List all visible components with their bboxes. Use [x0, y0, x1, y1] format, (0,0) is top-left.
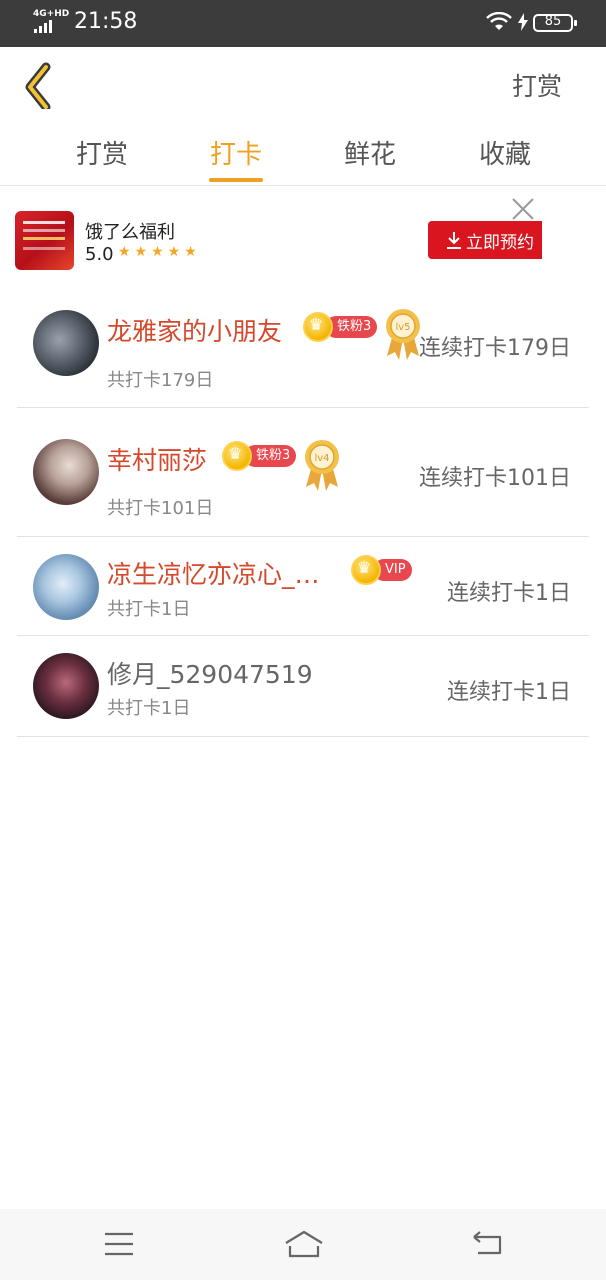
- checkin-total: 共打卡179日: [107, 370, 214, 391]
- checkin-streak: 连续打卡1日: [447, 581, 571, 606]
- vip-badge: VIP: [351, 555, 412, 585]
- avatar: [33, 439, 99, 505]
- ad-title: 饿了么福利: [85, 222, 175, 243]
- level-medal-icon: lv4: [305, 440, 339, 491]
- list-item[interactable]: 龙雅家的小朋友 铁粉3 lv5 共打卡179日 连续打卡179日: [17, 280, 589, 408]
- list-item[interactable]: 修月_529047519 共打卡1日 连续打卡1日: [17, 636, 589, 737]
- crown-icon: [222, 441, 252, 471]
- signal-icon: [34, 20, 52, 33]
- fan-badge: 铁粉3: [222, 441, 297, 471]
- ad-rating: 5.0: [85, 244, 114, 265]
- ad-stars: ★★★★★: [118, 244, 201, 260]
- close-icon[interactable]: [511, 197, 535, 221]
- wifi-icon: [486, 12, 512, 30]
- header: 打赏: [0, 47, 606, 120]
- checkin-total: 共打卡1日: [107, 599, 191, 620]
- menu-icon[interactable]: [104, 1231, 134, 1257]
- medal-level: lv5: [395, 322, 410, 333]
- status-bar: 4G+HD 21:58 85: [0, 0, 606, 47]
- checkin-streak: 连续打卡101日: [419, 466, 571, 491]
- network-type: 4G+HD: [33, 9, 70, 19]
- avatar: [33, 554, 99, 620]
- system-nav-bar: [0, 1209, 606, 1280]
- checkin-streak: 连续打卡179日: [419, 336, 571, 361]
- medal-level: lv4: [314, 453, 329, 464]
- battery-level: 85: [544, 14, 562, 29]
- list-item[interactable]: 凉生凉忆亦凉心_… VIP 共打卡1日 连续打卡1日: [17, 537, 589, 636]
- charging-icon: [518, 13, 528, 31]
- ad-app-icon: [15, 211, 74, 270]
- reward-header-button[interactable]: 打赏: [512, 67, 562, 103]
- back-nav-icon[interactable]: [472, 1231, 504, 1257]
- list-item[interactable]: 幸村丽莎 铁粉3 lv4 共打卡101日 连续打卡101日: [17, 408, 589, 537]
- battery-icon: 85: [533, 14, 577, 32]
- avatar: [33, 653, 99, 719]
- back-button[interactable]: [18, 59, 62, 112]
- crown-icon: [303, 312, 333, 342]
- tab-reward[interactable]: 打赏: [42, 134, 162, 171]
- crown-icon: [351, 555, 381, 585]
- home-icon[interactable]: [284, 1229, 324, 1259]
- chevron-left-icon: [25, 62, 51, 112]
- clock: 21:58: [74, 9, 138, 34]
- tab-favorites[interactable]: 收藏: [445, 134, 565, 171]
- ad-reserve-button[interactable]: 立即预约: [428, 221, 542, 259]
- fan-badge: 铁粉3: [303, 312, 378, 342]
- user-name: 龙雅家的小朋友: [107, 317, 283, 346]
- level-medal-icon: lv5: [386, 309, 420, 360]
- checkin-total: 共打卡101日: [107, 498, 214, 519]
- ad-reserve-label: 立即预约: [466, 232, 534, 253]
- tab-bar: 打赏 打卡 鲜花 收藏: [0, 120, 606, 186]
- ad-banner[interactable]: 饿了么福利 5.0 ★★★★★ 立即预约: [0, 187, 606, 279]
- checkin-streak: 连续打卡1日: [447, 680, 571, 705]
- avatar: [33, 310, 99, 376]
- user-name: 幸村丽莎: [107, 446, 208, 475]
- tab-flowers[interactable]: 鲜花: [310, 134, 430, 171]
- checkin-total: 共打卡1日: [107, 698, 191, 719]
- user-name: 修月_529047519: [107, 660, 313, 689]
- user-name: 凉生凉忆亦凉心_…: [107, 560, 320, 589]
- tab-checkin[interactable]: 打卡: [176, 134, 296, 171]
- active-tab-indicator: [209, 178, 263, 182]
- download-icon: [447, 232, 461, 249]
